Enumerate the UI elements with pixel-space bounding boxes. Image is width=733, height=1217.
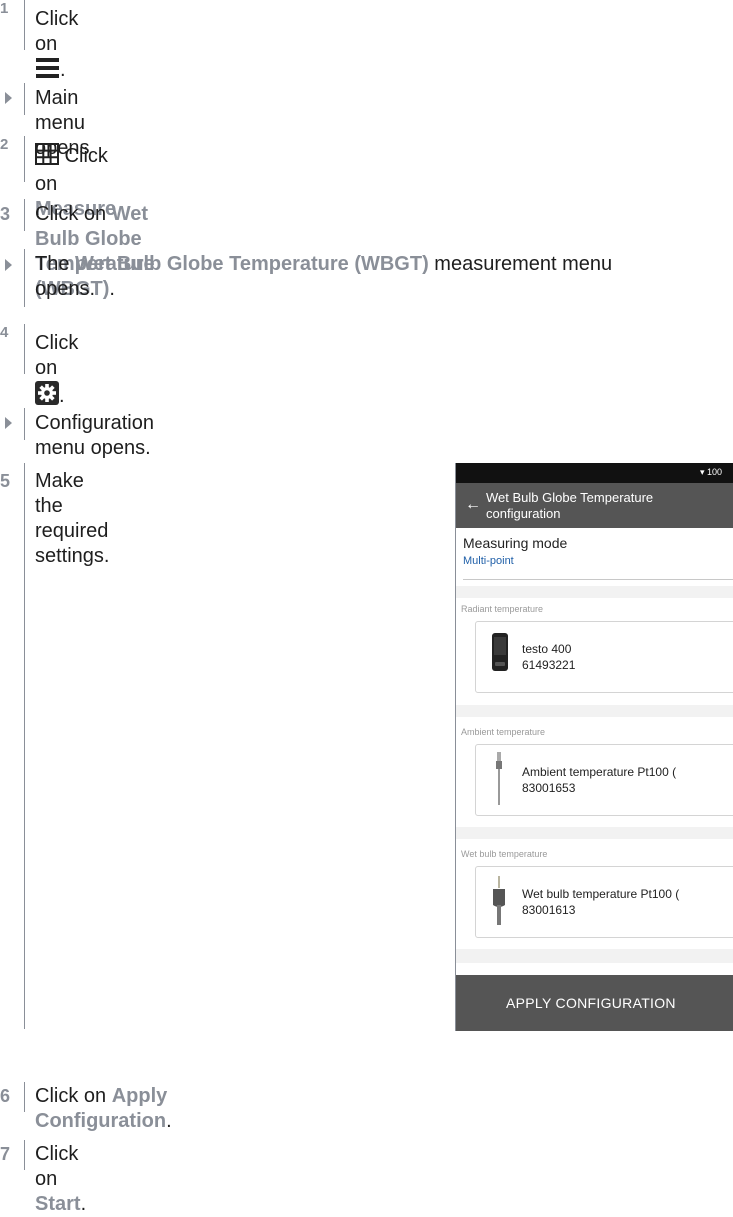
- wet-bulb-probe-icon: [490, 875, 508, 932]
- result-arrow-icon: [5, 417, 12, 429]
- step-text: The Wet Bulb Globe Temperature (WBGT) me…: [35, 253, 613, 300]
- step-divider: [24, 136, 25, 182]
- section-label-wet-bulb: Wet bulb temperature: [461, 849, 548, 859]
- step-divider: [24, 0, 25, 50]
- step-number: 2: [0, 136, 9, 153]
- status-text: ▾ 100: [700, 467, 723, 477]
- device-card-radiant[interactable]: testo 400 61493221: [475, 621, 733, 693]
- section-gap: [456, 705, 733, 717]
- phone-status-bar: ▾ 100: [456, 463, 733, 483]
- step-text: Configuration menu opens.: [35, 412, 154, 459]
- phone-header: ← Wet Bulb Globe Temperatureconfiguratio…: [456, 483, 733, 528]
- step-number: 7: [0, 1144, 11, 1164]
- step-divider: [24, 1140, 25, 1170]
- step-number: 4: [0, 324, 9, 341]
- back-arrow-icon[interactable]: ←: [465, 496, 481, 514]
- hamburger-menu-icon: [35, 57, 60, 86]
- device-card-wet-bulb[interactable]: Wet bulb temperature Pt100 ( 83001613: [475, 866, 733, 938]
- step-number: 3: [0, 204, 11, 224]
- device-id: 83001613: [522, 903, 576, 917]
- device-id: 61493221: [522, 658, 576, 672]
- device-name: Ambient temperature Pt100 (: [522, 765, 677, 779]
- phone-config-lower: ▾ 100 ← Wet Bulb Globe Temperature config…: [455, 463, 733, 1031]
- step-number: 6: [0, 1086, 11, 1106]
- device-id: 83001653: [522, 781, 576, 795]
- result-arrow-icon: [5, 259, 12, 271]
- step-text: Click on Apply Configuration.: [35, 1085, 172, 1132]
- section-label-radiant: Radiant temperature: [461, 604, 544, 614]
- measuring-mode-value[interactable]: Multi-point: [463, 555, 514, 567]
- step-text: Make the required settings.: [35, 470, 110, 567]
- section-label-ambient: Ambient temperature: [461, 727, 546, 737]
- step-divider: [24, 249, 25, 307]
- step-divider: [24, 1082, 25, 1112]
- step-text: Click on .: [35, 7, 78, 86]
- divider: [463, 579, 733, 580]
- temperature-probe-icon: [492, 751, 506, 812]
- gear-icon: [35, 381, 59, 412]
- section-gap: [456, 586, 733, 598]
- result-arrow-icon: [5, 92, 12, 104]
- step-divider: [24, 83, 25, 115]
- section-gap: [456, 949, 733, 963]
- step-divider: [24, 199, 25, 231]
- step-number: 1: [0, 0, 9, 17]
- measuring-mode-label[interactable]: Measuring mode: [463, 535, 567, 551]
- handheld-device-icon: [490, 632, 510, 677]
- step-text: Click on Start.: [35, 1143, 87, 1215]
- apply-configuration-button[interactable]: APPLY CONFIGURATION: [456, 975, 733, 1031]
- step-divider: [24, 324, 25, 374]
- phone-header-title: Wet Bulb Globe Temperatureconfiguration: [486, 490, 654, 521]
- step-divider: [24, 408, 25, 440]
- device-name: Wet bulb temperature Pt100 (: [522, 887, 680, 901]
- device-name: testo 400: [522, 642, 572, 656]
- step-number: 5: [0, 471, 11, 491]
- step-text: Click on .: [35, 331, 78, 412]
- grid-icon: [35, 143, 59, 172]
- device-card-ambient[interactable]: Ambient temperature Pt100 ( 83001653: [475, 744, 733, 816]
- step-divider: [24, 463, 25, 1029]
- section-gap: [456, 827, 733, 839]
